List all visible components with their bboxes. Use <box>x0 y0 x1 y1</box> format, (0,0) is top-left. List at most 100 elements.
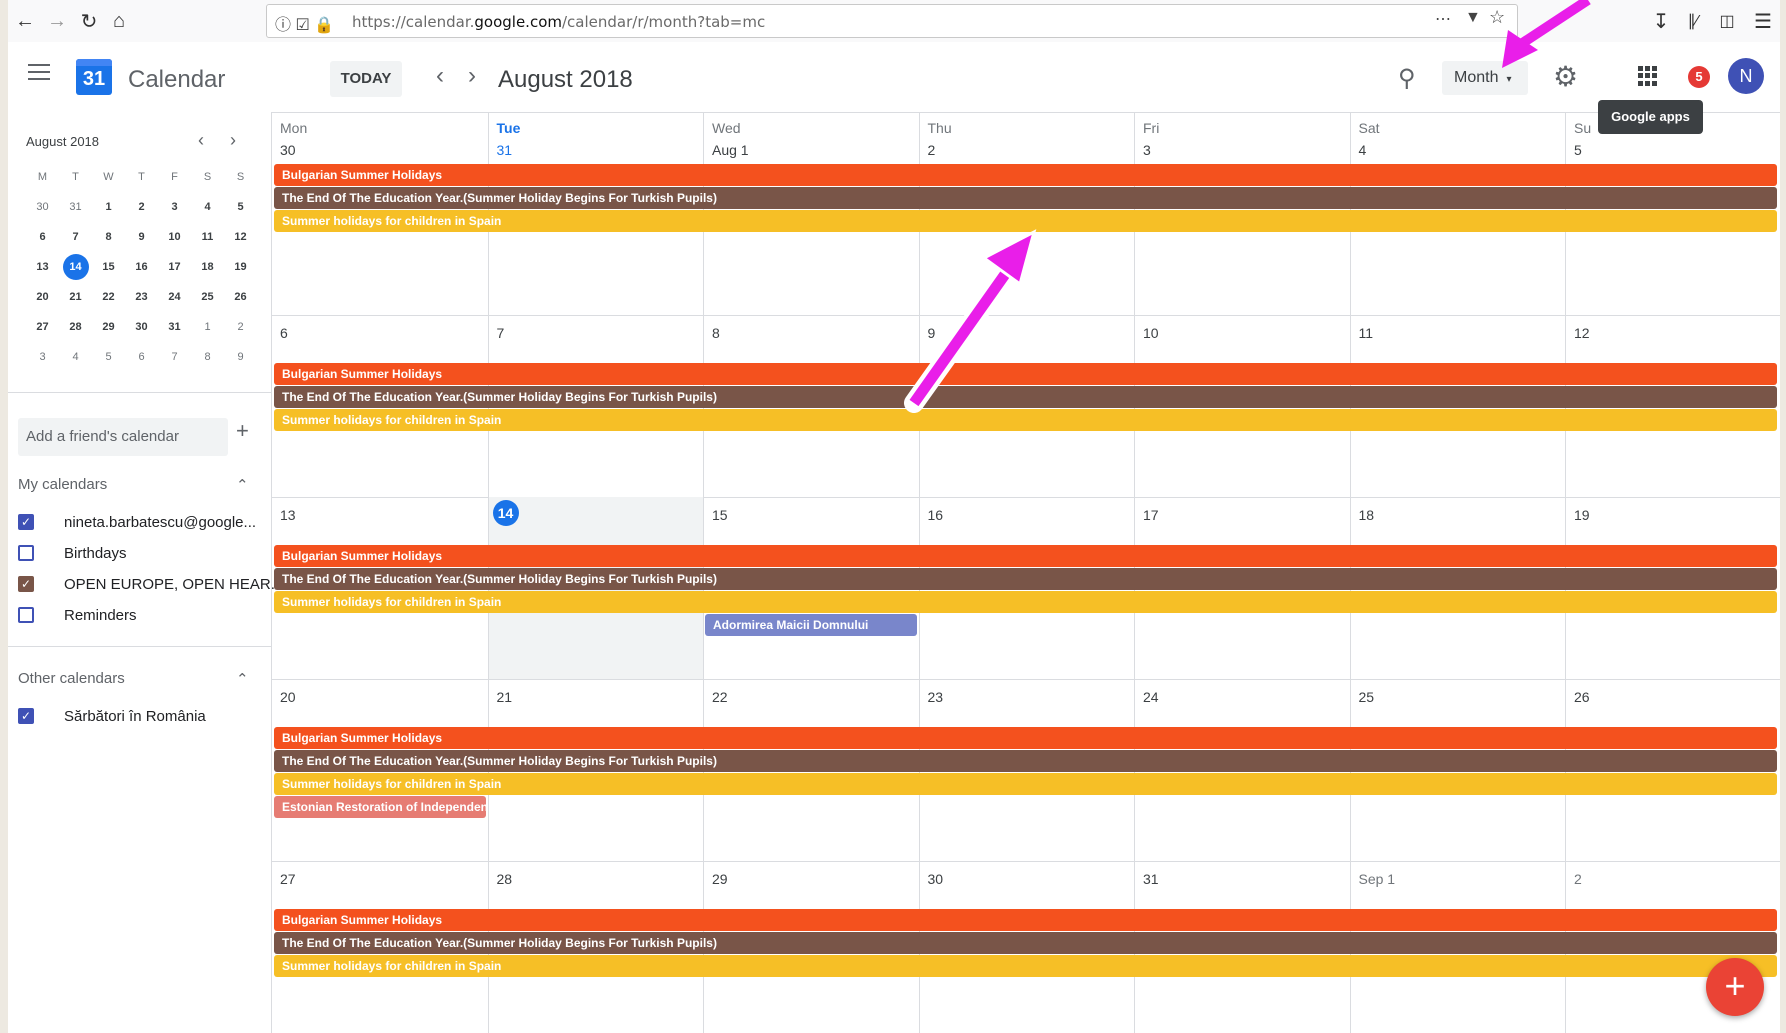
mini-day[interactable]: 9 <box>224 351 257 363</box>
mini-day[interactable]: 23 <box>125 291 158 303</box>
day-number[interactable]: Sep 1 <box>1359 871 1396 887</box>
home-icon[interactable]: ⌂ <box>106 8 132 34</box>
day-number[interactable]: 19 <box>1574 507 1590 523</box>
menu-icon[interactable]: ☰ <box>1750 8 1776 34</box>
mini-day[interactable]: 12 <box>224 231 257 243</box>
event-chip-turkish[interactable]: The End Of The Education Year.(Summer Ho… <box>274 750 1777 772</box>
calendar-list-item[interactable]: ✓ nineta.barbatescu@google... <box>18 508 256 536</box>
avatar[interactable]: N <box>1728 58 1764 94</box>
url-bar[interactable]: ⓘ ☑ 🔒 https://calendar.google.com/calend… <box>266 4 1518 38</box>
mini-day[interactable]: 16 <box>125 261 158 273</box>
mini-day[interactable]: 24 <box>158 291 191 303</box>
mini-day[interactable]: 31 <box>59 201 92 213</box>
checkbox-checked-icon[interactable]: ✓ <box>18 576 34 592</box>
day-number[interactable]: 6 <box>280 325 288 341</box>
day-number[interactable]: 11 <box>1359 325 1374 341</box>
event-chip-bulgarian[interactable]: Bulgarian Summer Holidays <box>274 545 1777 567</box>
day-number[interactable]: 17 <box>1143 507 1159 523</box>
mini-day[interactable]: 13 <box>26 261 59 273</box>
calendar-list-item[interactable]: Birthdays <box>18 539 127 567</box>
day-number[interactable]: 7 <box>497 325 505 341</box>
day-number[interactable]: 5 <box>1574 142 1582 158</box>
day-number[interactable]: 12 <box>1574 325 1590 341</box>
event-chip-estonian[interactable]: Estonian Restoration of Independence <box>274 796 486 818</box>
event-chip-adormirea[interactable]: Adormirea Maicii Domnului <box>705 614 917 636</box>
day-number[interactable]: 25 <box>1359 689 1375 705</box>
mini-day[interactable]: 30 <box>125 321 158 333</box>
my-calendars-heading[interactable]: My calendars <box>18 476 107 493</box>
calendar-list-item[interactable]: Reminders <box>18 601 137 629</box>
day-number[interactable]: 22 <box>712 689 728 705</box>
event-chip-spain[interactable]: Summer holidays for children in Spain <box>274 955 1777 977</box>
main-menu-icon[interactable] <box>28 64 50 82</box>
create-event-button[interactable]: + <box>1706 958 1764 1016</box>
mini-day[interactable]: 9 <box>125 231 158 243</box>
day-number[interactable]: 13 <box>280 507 296 523</box>
mini-day[interactable]: 10 <box>158 231 191 243</box>
mini-day[interactable]: 1 <box>191 321 224 333</box>
mini-day[interactable]: 27 <box>26 321 59 333</box>
event-chip-bulgarian[interactable]: Bulgarian Summer Holidays <box>274 164 1777 186</box>
event-chip-spain[interactable]: Summer holidays for children in Spain <box>274 773 1777 795</box>
checkbox-empty-icon[interactable] <box>18 545 34 561</box>
mini-day[interactable]: 26 <box>224 291 257 303</box>
day-number[interactable]: 31 <box>1143 871 1159 887</box>
event-chip-spain[interactable]: Summer holidays for children in Spain <box>274 210 1777 232</box>
mini-day[interactable]: 15 <box>92 261 125 273</box>
day-number[interactable]: 16 <box>928 507 944 523</box>
mini-day[interactable]: 29 <box>92 321 125 333</box>
calendar-list-item[interactable]: ✓ Sărbători în România <box>18 702 206 730</box>
day-number[interactable]: 20 <box>280 689 296 705</box>
event-chip-bulgarian[interactable]: Bulgarian Summer Holidays <box>274 363 1777 385</box>
pocket-icon[interactable]: ▼ <box>1465 9 1481 27</box>
mini-day[interactable]: 8 <box>191 351 224 363</box>
mini-day[interactable]: 2 <box>224 321 257 333</box>
mini-day[interactable]: 6 <box>26 231 59 243</box>
mini-day[interactable]: 2 <box>125 201 158 213</box>
mini-day[interactable]: 4 <box>59 351 92 363</box>
checkbox-empty-icon[interactable] <box>18 607 34 623</box>
checkbox-checked-icon[interactable]: ✓ <box>18 514 34 530</box>
event-chip-turkish[interactable]: The End Of The Education Year.(Summer Ho… <box>274 568 1777 590</box>
other-calendars-heading[interactable]: Other calendars <box>18 670 125 687</box>
mini-day[interactable]: 30 <box>26 201 59 213</box>
search-icon[interactable]: ⚲ <box>1398 64 1416 93</box>
day-number[interactable]: 21 <box>497 689 513 705</box>
mini-day[interactable]: 3 <box>26 351 59 363</box>
day-number[interactable]: 3 <box>1143 142 1151 158</box>
day-number[interactable]: 18 <box>1359 507 1375 523</box>
site-info-icon[interactable]: ⓘ ☑ 🔒 <box>275 11 334 35</box>
day-number[interactable]: 24 <box>1143 689 1159 705</box>
add-calendar-plus-icon[interactable]: + <box>236 418 249 444</box>
event-chip-turkish[interactable]: The End Of The Education Year.(Summer Ho… <box>274 187 1777 209</box>
back-icon[interactable]: ← <box>12 8 38 34</box>
day-number[interactable]: 26 <box>1574 689 1590 705</box>
mini-prev-month-icon[interactable]: ‹ <box>198 130 204 151</box>
page-actions-icon[interactable]: ⋯ <box>1435 9 1451 29</box>
day-number[interactable]: 30 <box>280 142 296 158</box>
notification-badge[interactable]: 5 <box>1688 66 1710 88</box>
mini-day[interactable]: 8 <box>92 231 125 243</box>
settings-gear-icon[interactable]: ⚙ <box>1553 60 1578 93</box>
day-number[interactable]: 2 <box>928 142 936 158</box>
next-period-icon[interactable]: › <box>460 62 484 90</box>
mini-day[interactable]: 22 <box>92 291 125 303</box>
day-number[interactable]: 23 <box>928 689 944 705</box>
day-number[interactable]: 31 <box>497 142 513 158</box>
mini-day[interactable]: 5 <box>224 201 257 213</box>
mini-day[interactable]: 25 <box>191 291 224 303</box>
today-button[interactable]: TODAY <box>330 61 402 97</box>
event-chip-turkish[interactable]: The End Of The Education Year.(Summer Ho… <box>274 932 1777 954</box>
mini-day[interactable]: 14 <box>59 254 92 280</box>
mini-day[interactable]: 7 <box>158 351 191 363</box>
mini-day[interactable]: 20 <box>26 291 59 303</box>
library-icon[interactable]: ∥∕ <box>1680 8 1706 34</box>
mini-day[interactable]: 31 <box>158 321 191 333</box>
download-icon[interactable]: ↧ <box>1648 8 1674 34</box>
event-chip-bulgarian[interactable]: Bulgarian Summer Holidays <box>274 909 1777 931</box>
my-calendars-collapse-icon[interactable]: ⌃ <box>236 476 249 494</box>
day-number[interactable]: 10 <box>1143 325 1159 341</box>
checkbox-checked-icon[interactable]: ✓ <box>18 708 34 724</box>
other-calendars-collapse-icon[interactable]: ⌃ <box>236 670 249 688</box>
add-friend-calendar-input[interactable]: Add a friend's calendar <box>18 418 228 456</box>
